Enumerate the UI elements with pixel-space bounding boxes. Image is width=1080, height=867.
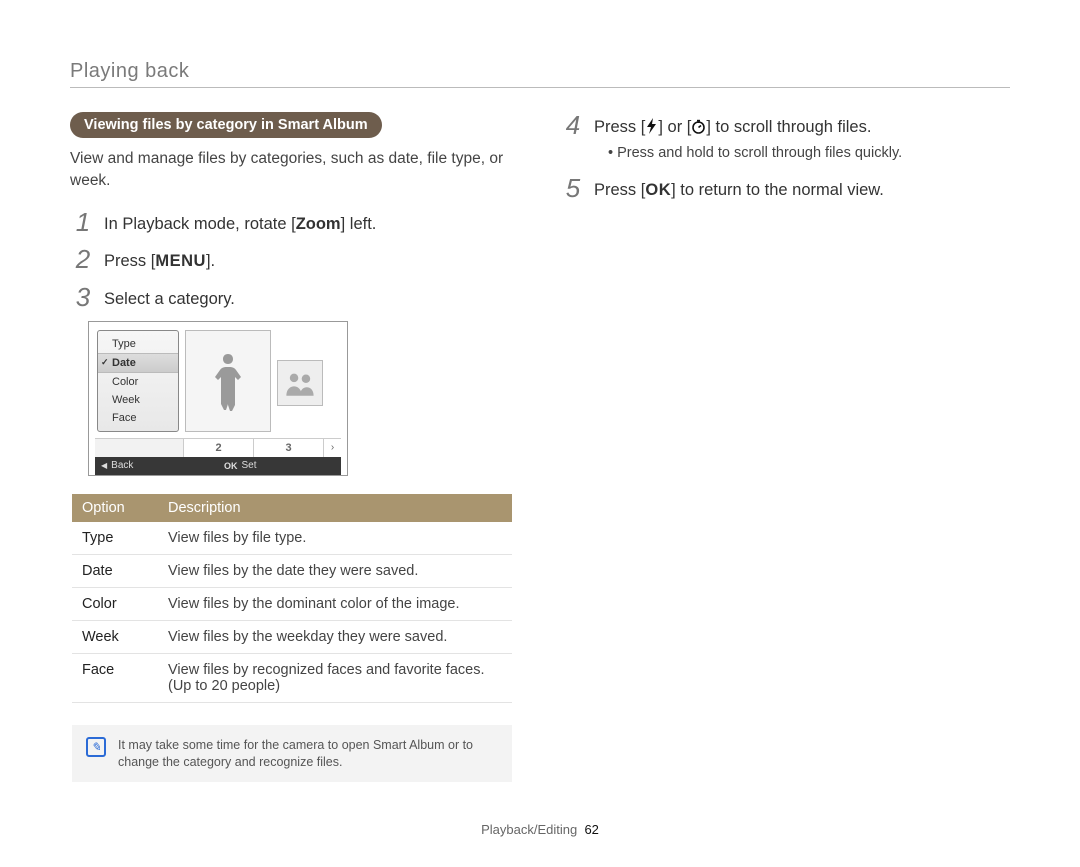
set-label: Set xyxy=(242,460,257,471)
topic-pill: Viewing files by category in Smart Album xyxy=(70,112,382,138)
step-2: 2 Press [MENU]. xyxy=(70,246,520,273)
camera-screen-mockup: Type Date Color Week Face xyxy=(88,321,348,476)
step-text: In Playback mode, rotate [ xyxy=(104,215,296,233)
table-row: TypeView files by file type. xyxy=(72,522,512,555)
step-number: 2 xyxy=(70,246,96,272)
options-table: Option Description TypeView files by fil… xyxy=(72,494,512,703)
manual-page: Playing back Viewing files by category i… xyxy=(0,0,1080,867)
footer-page-number: 62 xyxy=(584,822,598,837)
step-4-bullet: Press and hold to scroll through files q… xyxy=(608,145,1010,161)
step-4: 4 Press [ ] or [ ] to scroll through files… xyxy=(560,112,1010,139)
menu-item-week: Week xyxy=(98,391,178,409)
menu-item-color: Color xyxy=(98,373,178,391)
step-3: 3 Select a category. xyxy=(70,284,520,311)
flash-icon xyxy=(645,118,658,134)
screen-bottom-bar: ◀ Back OK Set xyxy=(95,457,341,475)
divider xyxy=(70,87,1010,88)
info-note: ✎ It may take some time for the camera t… xyxy=(72,725,512,783)
lead-paragraph: View and manage files by categories, suc… xyxy=(70,148,520,191)
ok-keyword: OK xyxy=(645,181,671,199)
step-text: Press [ xyxy=(104,252,155,270)
step-1: 1 In Playback mode, rotate [Zoom] left. xyxy=(70,209,520,236)
step-text: Press [ xyxy=(594,118,645,136)
back-label: Back xyxy=(111,460,133,471)
step-text: ] to scroll through files. xyxy=(706,118,871,136)
step-text: ] left. xyxy=(341,215,377,233)
steps-right: 4 Press [ ] or [ ] to scroll through files… xyxy=(560,112,1010,139)
table-row: DateView files by the date they were sav… xyxy=(72,554,512,587)
category-menu: Type Date Color Week Face xyxy=(97,330,179,432)
section-title: Playing back xyxy=(70,60,1010,83)
two-column-layout: Viewing files by category in Smart Album… xyxy=(70,112,1010,782)
table-row: ColorView files by the dominant color of… xyxy=(72,587,512,620)
thumbnail-large xyxy=(185,330,271,432)
step-number: 5 xyxy=(560,175,586,201)
page-footer: Playback/Editing 62 xyxy=(70,822,1010,837)
page-cell-2: 2 xyxy=(183,439,253,457)
table-row: FaceView files by recognized faces and f… xyxy=(72,653,512,702)
note-text: It may take some time for the camera to … xyxy=(118,737,498,771)
step-number: 3 xyxy=(70,284,96,310)
thumbnail-small xyxy=(277,360,323,406)
table-row: WeekView files by the weekday they were … xyxy=(72,620,512,653)
ok-icon: OK xyxy=(224,461,238,471)
paging-strip: 2 3 › xyxy=(95,438,341,457)
step-number: 1 xyxy=(70,209,96,235)
step-5: 5 Press [OK] to return to the normal vie… xyxy=(560,175,1010,202)
menu-item-date: Date xyxy=(98,353,178,373)
menu-keyword: MENU xyxy=(155,252,206,270)
right-column: 4 Press [ ] or [ ] to scroll through files… xyxy=(560,112,1010,782)
page-cell-3: 3 xyxy=(253,439,323,457)
zoom-keyword: Zoom xyxy=(296,215,341,233)
footer-section: Playback/Editing xyxy=(481,822,577,837)
step-text: Press [ xyxy=(594,181,645,199)
step-text: Select a category. xyxy=(104,284,520,311)
step-text: ] to return to the normal view. xyxy=(671,181,884,199)
left-column: Viewing files by category in Smart Album… xyxy=(70,112,520,782)
step-number: 4 xyxy=(560,112,586,138)
step-text: ] or [ xyxy=(658,118,691,136)
paging-right-arrow-icon: › xyxy=(323,439,341,457)
steps-left: 1 In Playback mode, rotate [Zoom] left. … xyxy=(70,209,520,310)
menu-item-type: Type xyxy=(98,335,178,353)
note-icon: ✎ xyxy=(86,737,106,757)
th-description: Description xyxy=(158,494,512,522)
timer-icon xyxy=(691,119,706,134)
person-silhouette-icon xyxy=(208,346,248,416)
step-text: ]. xyxy=(206,252,215,270)
people-silhouette-icon xyxy=(283,370,317,396)
menu-item-face: Face xyxy=(98,409,178,427)
th-option: Option xyxy=(72,494,158,522)
back-arrow-icon: ◀ xyxy=(101,461,107,470)
